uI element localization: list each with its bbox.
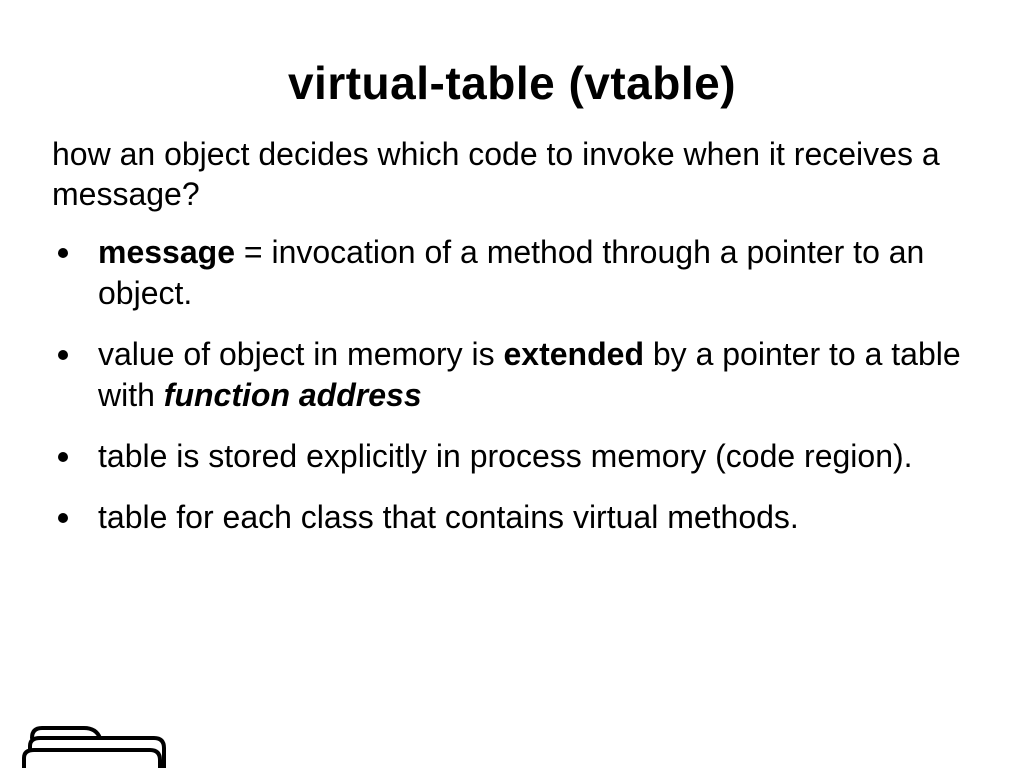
- list-item: value of object in memory is extended by…: [52, 334, 972, 416]
- folder-icon: SPL/2010: [14, 714, 174, 768]
- text: table is stored explicitly in process me…: [98, 438, 913, 474]
- slide: virtual-table (vtable) how an object dec…: [0, 56, 1024, 768]
- bullet-list: message = invocation of a method through…: [52, 232, 972, 538]
- bold-text: extended: [504, 336, 644, 372]
- slide-title: virtual-table (vtable): [0, 56, 1024, 110]
- bold-text: message: [98, 234, 235, 270]
- slide-intro: how an object decides which code to invo…: [52, 134, 972, 214]
- text: table for each class that contains virtu…: [98, 499, 799, 535]
- list-item: table for each class that contains virtu…: [52, 497, 972, 538]
- text: value of object in memory is: [98, 336, 504, 372]
- bold-italic-text: function address: [164, 377, 422, 413]
- list-item: message = invocation of a method through…: [52, 232, 972, 314]
- list-item: table is stored explicitly in process me…: [52, 436, 972, 477]
